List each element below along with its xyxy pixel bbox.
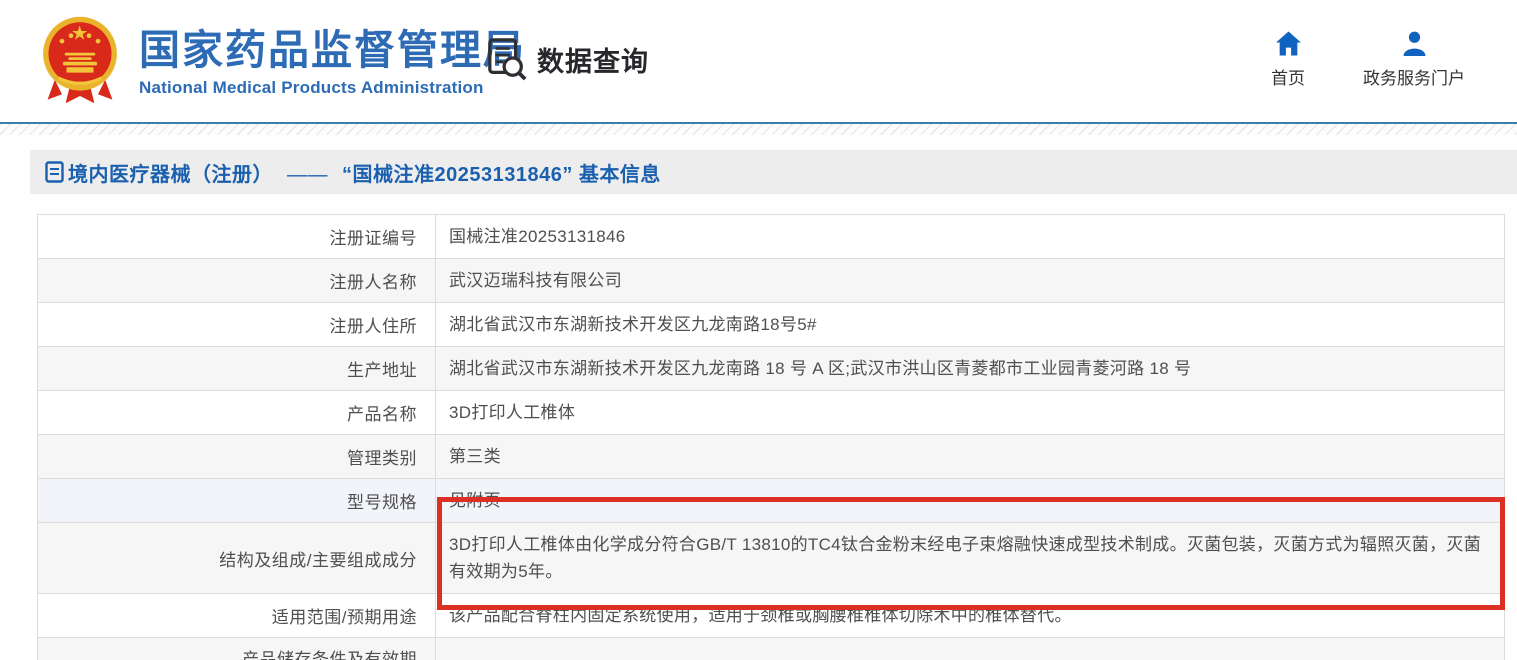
- page-title: 境内医疗器械（注册）——“国械注准20253131846” 基本信息: [68, 158, 661, 187]
- data-query-section[interactable]: 数据查询: [486, 37, 649, 81]
- row-value: 3D打印人工椎体: [436, 391, 1504, 434]
- row-value: 湖北省武汉市东湖新技术开发区九龙南路 18 号 A 区;武汉市洪山区青菱都市工业…: [436, 347, 1504, 390]
- table-row: 产品储存条件及有效期: [38, 638, 1504, 660]
- hatched-divider: [0, 124, 1517, 135]
- row-value: 第三类: [436, 435, 1504, 478]
- row-label: 注册人住所: [38, 303, 436, 346]
- table-row: 结构及组成/主要组成成分 3D打印人工椎体由化学成分符合GB/T 13810的T…: [38, 523, 1504, 594]
- table-row: 注册人住所 湖北省武汉市东湖新技术开发区九龙南路18号5#: [38, 303, 1504, 347]
- table-row: 适用范围/预期用途 该产品配合脊柱内固定系统使用，适用于颈椎或胸腰椎椎体切除术中…: [38, 594, 1504, 638]
- data-query-label: 数据查询: [537, 40, 649, 79]
- row-label: 型号规格: [38, 479, 436, 522]
- table-row: 管理类别 第三类: [38, 435, 1504, 479]
- registration-info-table: 注册证编号 国械注准20253131846 注册人名称 武汉迈瑞科技有限公司 注…: [37, 214, 1505, 660]
- table-row: 生产地址 湖北省武汉市东湖新技术开发区九龙南路 18 号 A 区;武汉市洪山区青…: [38, 347, 1504, 391]
- table-row: 注册证编号 国械注准20253131846: [38, 215, 1504, 259]
- table-row: 产品名称 3D打印人工椎体: [38, 391, 1504, 435]
- row-value: 国械注准20253131846: [436, 215, 1504, 258]
- row-value: 武汉迈瑞科技有限公司: [436, 259, 1504, 302]
- user-icon: [1401, 30, 1428, 57]
- nav-home[interactable]: 首页: [1271, 30, 1305, 89]
- row-label: 注册人名称: [38, 259, 436, 302]
- brand-logo-block[interactable]: 国家药品监督管理局 National Medical Products Admi…: [35, 13, 526, 107]
- home-icon: [1275, 30, 1302, 57]
- row-label: 产品名称: [38, 391, 436, 434]
- table-row: 注册人名称 武汉迈瑞科技有限公司: [38, 259, 1504, 303]
- nav-portal[interactable]: 政务服务门户: [1363, 30, 1465, 89]
- row-label: 生产地址: [38, 347, 436, 390]
- row-label: 产品储存条件及有效期: [38, 638, 436, 660]
- row-label: 管理类别: [38, 435, 436, 478]
- row-value: 湖北省武汉市东湖新技术开发区九龙南路18号5#: [436, 303, 1504, 346]
- row-value: [436, 638, 1504, 660]
- row-label: 注册证编号: [38, 215, 436, 258]
- national-emblem-icon: [35, 13, 125, 107]
- row-value: 3D打印人工椎体由化学成分符合GB/T 13810的TC4钛合金粉末经电子束熔融…: [436, 523, 1504, 593]
- org-subtitle: National Medical Products Administration: [139, 78, 526, 98]
- page-title-bar: 境内医疗器械（注册）——“国械注准20253131846” 基本信息: [30, 150, 1517, 194]
- org-title: 国家药品监督管理局: [139, 25, 526, 75]
- site-header: 国家药品监督管理局 National Medical Products Admi…: [0, 0, 1517, 124]
- nav-home-label: 首页: [1271, 64, 1305, 89]
- data-query-icon: [486, 37, 528, 81]
- row-label: 结构及组成/主要组成成分: [38, 523, 436, 593]
- top-nav: 首页 政务服务门户: [1271, 30, 1465, 89]
- row-label: 适用范围/预期用途: [38, 594, 436, 637]
- table-row-highlighted: 型号规格 见附页: [38, 479, 1504, 523]
- nav-portal-label: 政务服务门户: [1363, 64, 1465, 89]
- row-value: 该产品配合脊柱内固定系统使用，适用于颈椎或胸腰椎椎体切除术中的椎体替代。: [436, 594, 1504, 637]
- row-value: 见附页: [436, 479, 1504, 522]
- document-icon: [45, 161, 64, 183]
